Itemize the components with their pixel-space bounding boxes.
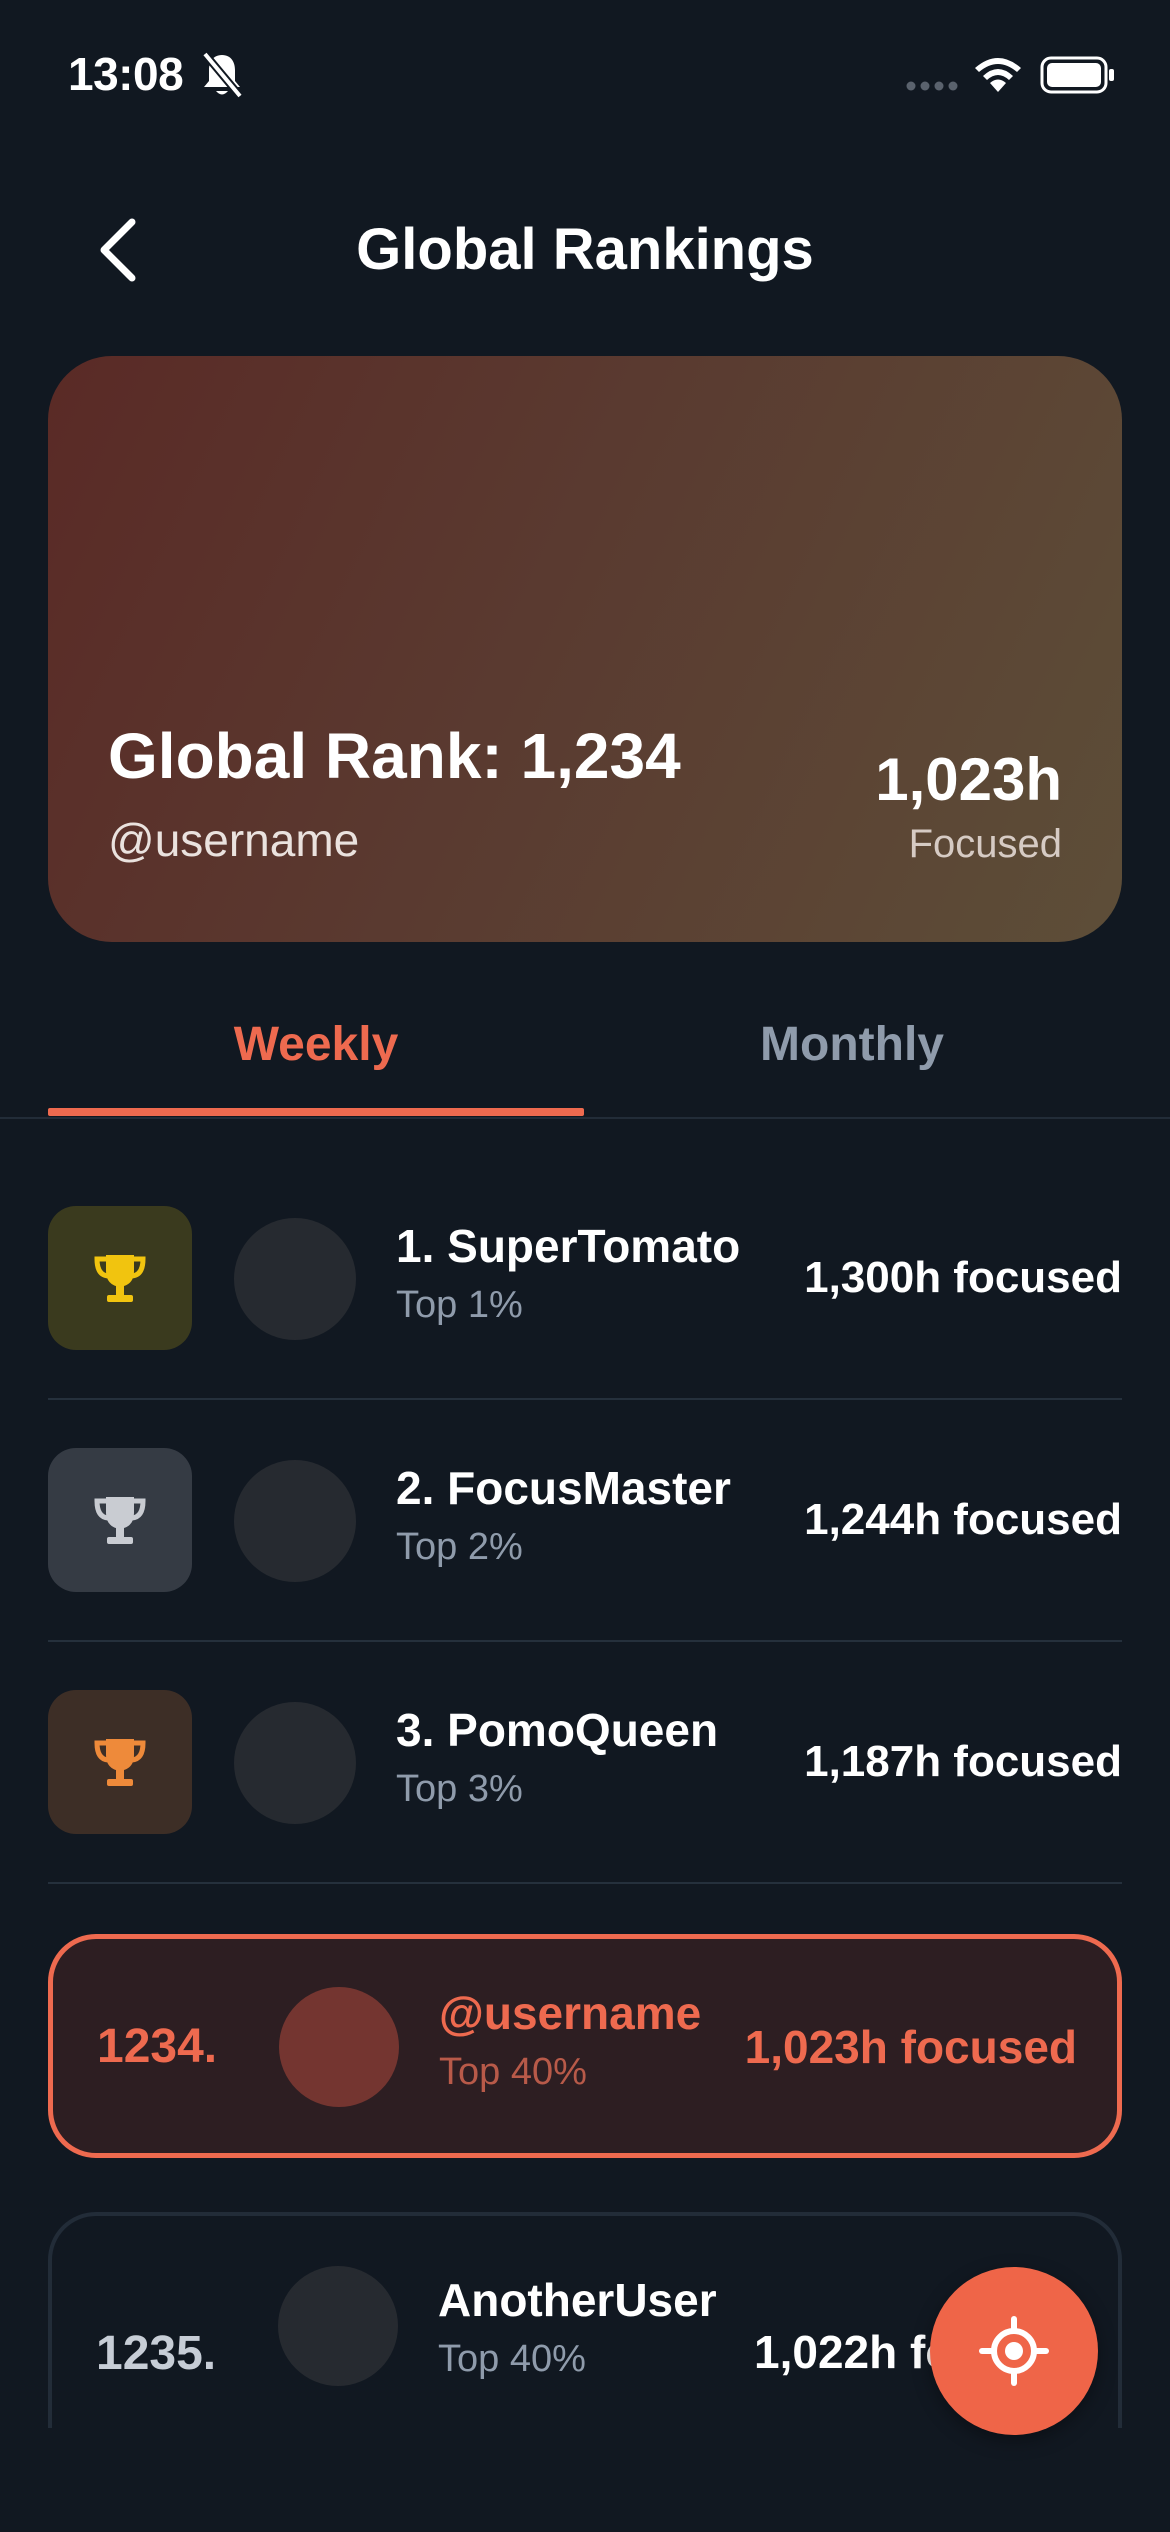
ranking-name: 2. FocusMaster bbox=[396, 1462, 731, 1514]
current-user-name: @username bbox=[439, 1987, 702, 2039]
battery-icon bbox=[1040, 56, 1114, 94]
avatar bbox=[234, 1460, 356, 1582]
wifi-icon bbox=[975, 58, 1021, 92]
next-user-name: AnotherUser bbox=[438, 2274, 717, 2326]
next-user-percentile: Top 40% bbox=[438, 2338, 586, 2380]
tab-weekly[interactable]: Weekly bbox=[48, 1010, 584, 1080]
global-rank-text: Global Rank: 1,234 bbox=[108, 720, 681, 792]
signal-dots-icon bbox=[906, 81, 958, 91]
page-title: Global Rankings bbox=[356, 217, 814, 282]
avatar bbox=[278, 2266, 398, 2386]
avatar bbox=[279, 1987, 399, 2107]
current-user-percentile: Top 40% bbox=[439, 2051, 587, 2093]
ranking-hours: 1,244h focused bbox=[804, 1495, 1122, 1544]
next-user-position: 1235. bbox=[96, 2327, 217, 2380]
trophy-gold-icon bbox=[94, 1255, 146, 1302]
hero-hours-value: 1,023h bbox=[875, 746, 1062, 813]
avatar bbox=[234, 1702, 356, 1824]
hero-username: @username bbox=[108, 814, 360, 866]
trophy-silver-icon bbox=[94, 1497, 146, 1544]
current-user-hours: 1,023h focused bbox=[744, 2021, 1077, 2073]
hero-hours-label: Focused bbox=[908, 822, 1062, 866]
avatar bbox=[234, 1218, 356, 1340]
ranking-percentile: Top 1% bbox=[396, 1284, 523, 1326]
ranking-name: 3. PomoQueen bbox=[396, 1704, 719, 1756]
row-divider bbox=[48, 1882, 1122, 1884]
trophy-badge bbox=[48, 1448, 192, 1592]
trophy-badge bbox=[48, 1690, 192, 1834]
locate-me-button[interactable] bbox=[930, 2267, 1098, 2435]
ranking-row-2[interactable]: 2. FocusMaster Top 2% 1,244h focused bbox=[48, 1364, 1122, 1606]
ranking-hours: 1,300h focused bbox=[804, 1253, 1122, 1302]
current-user-position: 1234. bbox=[97, 2020, 218, 2073]
bottom-background bbox=[0, 2428, 1170, 2532]
ranking-percentile: Top 2% bbox=[396, 1526, 523, 1568]
tab-monthly[interactable]: Monthly bbox=[584, 1010, 1120, 1080]
status-time: 13:08 bbox=[68, 48, 184, 100]
tab-divider bbox=[0, 1117, 1170, 1119]
chevron-left-icon bbox=[100, 218, 136, 282]
trophy-bronze-icon bbox=[94, 1739, 146, 1786]
trophy-badge bbox=[48, 1206, 192, 1350]
bell-slash-icon bbox=[201, 51, 244, 99]
active-tab-indicator bbox=[48, 1108, 584, 1116]
locate-target-icon bbox=[979, 2316, 1049, 2386]
back-button[interactable] bbox=[90, 212, 150, 288]
ranking-name: 1. SuperTomato bbox=[396, 1220, 741, 1272]
ranking-row-3[interactable]: 3. PomoQueen Top 3% 1,187h focused bbox=[48, 1606, 1122, 1848]
ranking-hours: 1,187h focused bbox=[804, 1737, 1122, 1786]
ranking-row-1[interactable]: 1. SuperTomato Top 1% 1,300h focused bbox=[48, 1122, 1122, 1364]
current-user-rank-card[interactable]: 1234. @username Top 40% 1,023h focused bbox=[48, 1934, 1122, 2158]
ranking-percentile: Top 3% bbox=[396, 1768, 523, 1810]
